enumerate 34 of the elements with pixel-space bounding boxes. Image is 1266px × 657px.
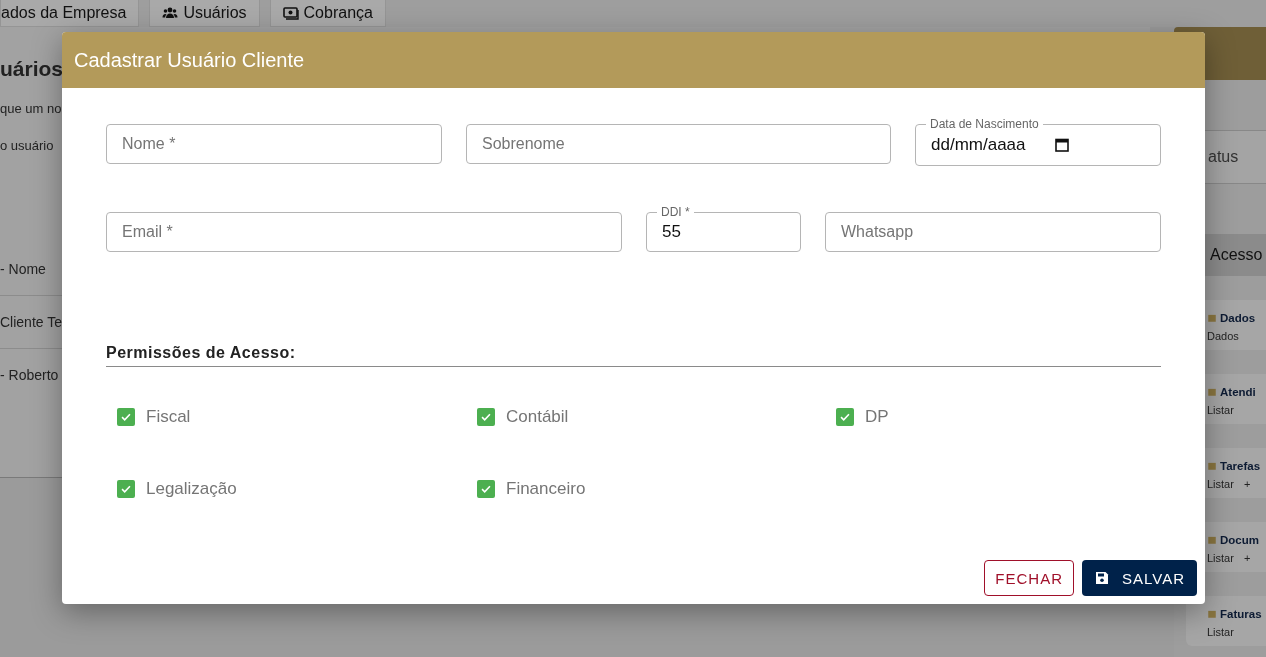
description-text: que um no — [0, 101, 62, 116]
action-link[interactable]: + — [1243, 552, 1251, 564]
card-title: Docum — [1220, 534, 1259, 546]
close-button[interactable]: FECHAR — [984, 560, 1075, 596]
description-text: o usuário — [0, 138, 54, 153]
card-title: Dados — [1220, 312, 1256, 324]
input-field[interactable]: Sobrenome — [466, 124, 891, 164]
input-field[interactable]: Email * — [106, 212, 622, 252]
card-title: Tarefas — [1220, 460, 1261, 472]
action-link[interactable]: Listar — [1207, 552, 1234, 564]
action-link[interactable]: Listar — [1207, 626, 1234, 638]
page-tab[interactable]: ados da Empresa — [0, 0, 140, 27]
dialog-title: Cadastrar Usuário Cliente — [62, 32, 1205, 88]
checkbox-label: Contábil — [506, 407, 569, 427]
user-row[interactable]: Cliente Te — [0, 314, 62, 330]
page-tab[interactable]: Cobrança — [269, 0, 386, 27]
save-button[interactable]: SALVAR — [1082, 560, 1197, 596]
action-link[interactable]: Listar — [1207, 478, 1234, 490]
card-title: Faturas — [1220, 608, 1262, 620]
action-link[interactable]: Dados — [1207, 330, 1239, 342]
checkbox-label: DP — [865, 407, 889, 427]
action-link[interactable]: Listar — [1207, 404, 1234, 416]
panel-heading: uários — [0, 57, 64, 81]
checkbox-label: Legalização — [146, 479, 237, 499]
checkbox-label: Financeiro — [506, 479, 586, 499]
user-row[interactable]: - Roberto — [0, 367, 59, 383]
section-title: Permissões de Acesso: — [106, 344, 1161, 367]
input-field[interactable]: Whatsapp — [825, 212, 1161, 252]
card-title: Atendi — [1220, 386, 1256, 398]
page-tab[interactable]: Usuários — [149, 0, 260, 27]
action-link[interactable]: + — [1243, 478, 1251, 490]
input-field[interactable]: Nome * — [106, 124, 442, 164]
checkbox-label: Fiscal — [146, 407, 191, 427]
user-row[interactable]: - Nome — [0, 261, 46, 277]
